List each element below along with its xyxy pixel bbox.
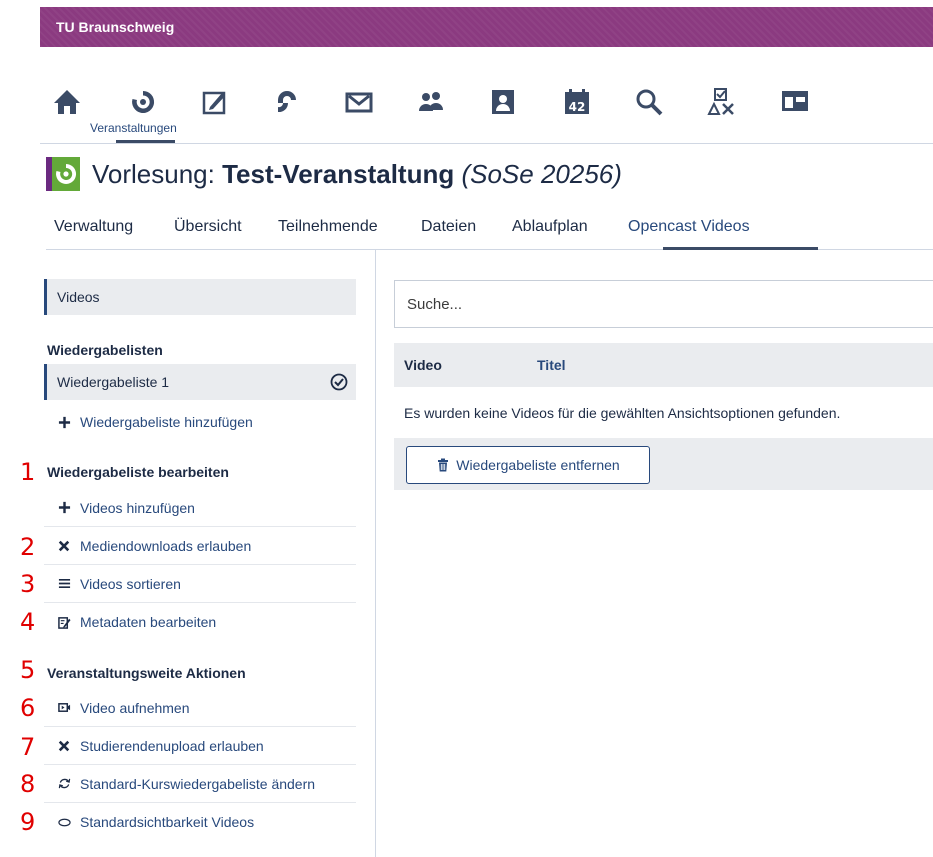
brand-label[interactable]: TU Braunschweig (56, 19, 174, 35)
empty-message: Es wurden keine Videos für die gewählten… (404, 405, 841, 421)
column-header-title[interactable]: Titel (537, 357, 566, 373)
refresh-icon (56, 777, 72, 790)
annotation-number: 7 (20, 733, 36, 761)
allow-downloads-link[interactable]: Mediendownloads erlauben (44, 527, 356, 565)
record-video-link[interactable]: Video aufnehmen (44, 689, 356, 727)
sort-videos-link[interactable]: Videos sortieren (44, 565, 356, 603)
sidebar: Videos Wiedergabelisten Wiedergabeliste … (40, 250, 376, 857)
annotation-number: 1 (20, 458, 36, 486)
annotation-number: 9 (20, 808, 36, 836)
course-logo-icon (46, 157, 80, 191)
heading-edit-playlist: Wiedergabeliste bearbeiten (47, 464, 229, 480)
nav-label-courses[interactable]: Veranstaltungen (90, 121, 177, 135)
tab-active-indicator (663, 247, 818, 250)
change-default-playlist-link[interactable]: Standard-Kurswiedergabeliste ändern (44, 765, 356, 803)
annotation-number: 8 (20, 770, 36, 798)
button-label: Wiedergabeliste entfernen (456, 457, 620, 473)
plus-icon (56, 501, 72, 514)
heading-playlists: Wiedergabelisten (47, 342, 163, 358)
annotation-number: 5 (20, 656, 36, 684)
search-icon[interactable] (632, 85, 666, 119)
course-header: Vorlesung: Test-Veranstaltung (SoSe 2025… (46, 156, 622, 192)
plus-icon (56, 416, 72, 429)
eye-icon (56, 816, 72, 829)
annotation-number: 6 (20, 694, 36, 722)
column-header-video[interactable]: Video (404, 357, 442, 373)
sidebar-item-playlist-1[interactable]: Wiedergabeliste 1 (44, 364, 356, 400)
sidebar-item-label: Standard-Kurswiedergabeliste ändern (80, 775, 316, 792)
heading-course-actions: Veranstaltungsweite Aktionen (47, 665, 246, 681)
home-icon[interactable] (50, 85, 84, 119)
sidebar-item-label: Wiedergabeliste hinzufügen (80, 414, 253, 430)
allow-student-upload-link[interactable]: Studierendenupload erlauben (44, 727, 356, 765)
remove-playlist-button[interactable]: Wiedergabeliste entfernen (406, 446, 650, 484)
table-header: Video Titel (394, 343, 933, 387)
list-icon (56, 577, 72, 590)
edit-icon (56, 616, 72, 629)
cross-icon (56, 540, 72, 552)
sidebar-item-label: Videos (57, 289, 100, 305)
annotation-number: 3 (20, 570, 36, 598)
mail-icon[interactable] (342, 85, 376, 119)
sidebar-item-label: Videos sortieren (80, 575, 181, 592)
search-field[interactable] (394, 280, 933, 328)
course-tabs: Verwaltung Übersicht Teilnehmende Dateie… (46, 210, 933, 250)
check-circle-icon (330, 373, 348, 391)
sidebar-item-label: Videos hinzufügen (80, 499, 195, 516)
annotation-number: 4 (20, 608, 36, 636)
cross-icon (56, 740, 72, 752)
trash-icon (438, 458, 449, 472)
sidebar-item-label: Video aufnehmen (80, 699, 190, 716)
calendar-icon[interactable]: 42 (560, 85, 594, 119)
tools-icon[interactable] (704, 85, 738, 119)
sidebar-item-label: Standardsichtbarkeit Videos (80, 814, 255, 830)
sidebar-item-videos[interactable]: Videos (44, 279, 356, 315)
tab-verwaltung[interactable]: Verwaltung (54, 218, 133, 236)
tab-ablaufplan[interactable]: Ablaufplan (512, 218, 588, 236)
sidebar-item-label: Wiedergabeliste 1 (57, 374, 170, 390)
add-videos-link[interactable]: Videos hinzufügen (44, 489, 356, 527)
profile-icon[interactable] (486, 85, 520, 119)
calendar-day: 42 (569, 100, 586, 114)
add-playlist-link[interactable]: Wiedergabeliste hinzufügen (44, 403, 356, 441)
messages-icon[interactable] (198, 85, 232, 119)
edit-metadata-link[interactable]: Metadaten bearbeiten (44, 603, 356, 641)
default-visibility-link[interactable]: Standardsichtbarkeit Videos (44, 803, 356, 841)
people-icon[interactable] (414, 85, 448, 119)
sidebar-item-label: Mediendownloads erlauben (80, 537, 252, 554)
tab-dateien[interactable]: Dateien (421, 218, 476, 236)
video-camera-icon (56, 701, 72, 714)
page-title: Vorlesung: Test-Veranstaltung (SoSe 2025… (92, 158, 622, 189)
courses-icon[interactable] (126, 85, 160, 119)
tab-teilnehmende[interactable]: Teilnehmende (278, 218, 378, 236)
nav-active-indicator (116, 140, 175, 143)
top-bar: TU Braunschweig (40, 7, 933, 47)
annotation-number: 2 (20, 533, 36, 561)
sidebar-item-label: Studierendenupload erlauben (80, 737, 264, 754)
layout-icon[interactable] (778, 85, 812, 119)
tab-opencast-videos[interactable]: Opencast Videos (628, 218, 750, 236)
sidebar-item-label: Metadaten bearbeiten (80, 614, 217, 630)
tab-uebersicht[interactable]: Übersicht (174, 218, 242, 236)
search-input[interactable] (405, 294, 933, 314)
community-icon[interactable] (270, 85, 304, 119)
main-navigation: 42 Veranstaltungen (40, 47, 933, 144)
